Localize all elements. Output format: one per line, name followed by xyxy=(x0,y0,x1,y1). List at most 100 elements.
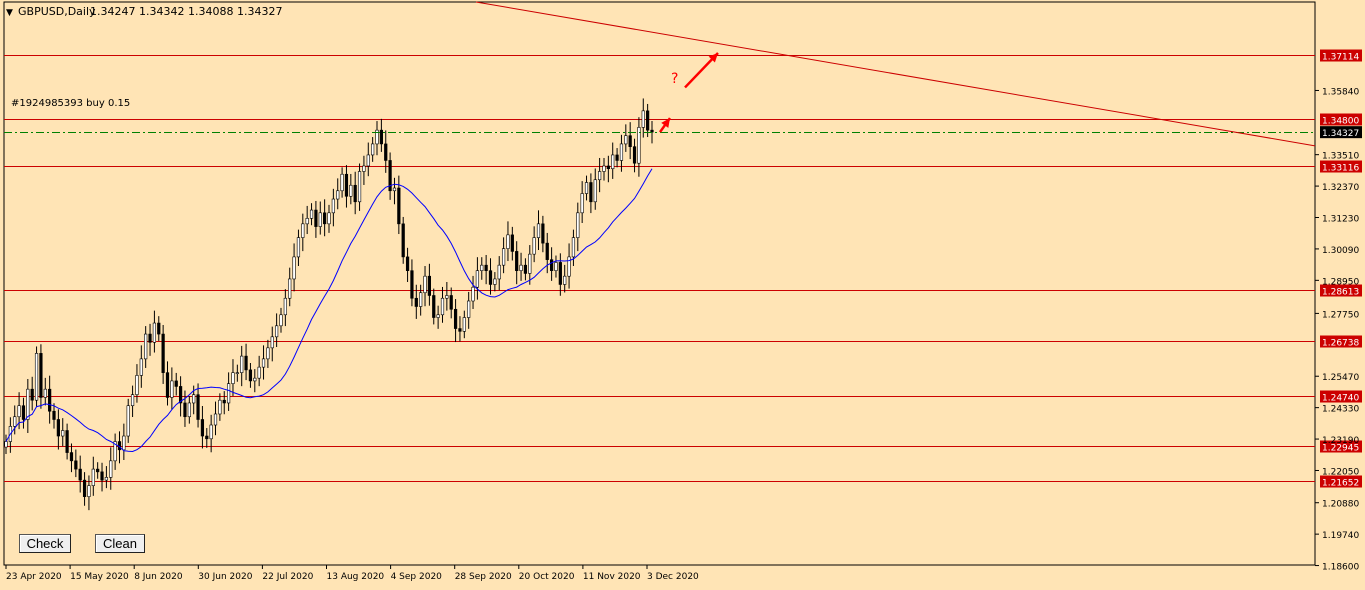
candle-body xyxy=(589,182,593,203)
candle-body xyxy=(135,375,139,395)
time-tick-label: 28 Sep 2020 xyxy=(455,572,512,582)
candle-body xyxy=(244,355,248,371)
candle-body xyxy=(331,198,335,214)
candle-body xyxy=(226,383,231,404)
clean-button[interactable]: Clean xyxy=(95,534,145,553)
candle-body xyxy=(349,184,353,197)
candle-body xyxy=(371,143,375,156)
time-tick-label: 23 Apr 2020 xyxy=(6,572,62,582)
candle-body xyxy=(650,129,654,133)
candle-body xyxy=(646,110,650,131)
candle-body xyxy=(419,292,423,307)
price-tick-label: 1.33510 xyxy=(1322,152,1359,162)
candle-body xyxy=(30,388,34,401)
candle-body xyxy=(484,264,488,271)
candle-body xyxy=(283,297,287,316)
candle-body xyxy=(432,295,436,318)
candle-body xyxy=(82,479,87,497)
candle-body xyxy=(183,402,187,418)
candle-body xyxy=(231,372,235,384)
candle-body xyxy=(174,380,178,387)
candle-body xyxy=(532,237,536,255)
candle-body xyxy=(366,154,370,167)
level-price-label: 1.33116 xyxy=(1322,164,1359,174)
candle-body xyxy=(314,209,318,227)
price-chart[interactable]: 1.37114 1.34800 1.33116 1.28613 1.26738 1.247… xyxy=(0,0,1365,586)
candle-body xyxy=(13,416,17,427)
symbol-dropdown-icon[interactable]: ▼ xyxy=(6,8,13,18)
candle-body xyxy=(471,286,475,302)
candle-body xyxy=(410,270,414,299)
level-price-label: 1.24740 xyxy=(1322,394,1359,404)
chart-window[interactable]: 1.37114 1.34800 1.33116 1.28613 1.26738 1.247… xyxy=(0,0,1365,586)
candle-body xyxy=(475,270,480,288)
candle-body xyxy=(270,336,274,349)
candle-body xyxy=(344,173,349,197)
candle-body xyxy=(423,275,427,294)
candle-body xyxy=(519,264,523,271)
candle-body xyxy=(379,129,383,145)
candle-body xyxy=(235,372,239,374)
time-tick-label: 3 Dec 2020 xyxy=(647,572,699,582)
candle-body xyxy=(453,308,458,329)
candle-body xyxy=(440,297,445,316)
candle-body xyxy=(148,333,152,343)
candle-body xyxy=(240,355,244,373)
candle-body xyxy=(257,366,261,379)
candle-body xyxy=(104,477,109,481)
candle-body xyxy=(427,275,432,296)
candle-body xyxy=(449,295,453,310)
candle-body xyxy=(632,146,637,164)
candle-body xyxy=(65,430,69,453)
candle-body xyxy=(100,471,104,481)
candle-body xyxy=(405,256,410,271)
candle-body xyxy=(558,262,562,285)
candle-body xyxy=(576,212,580,238)
candle-body xyxy=(96,468,100,473)
candle-body xyxy=(571,237,576,258)
candle-body xyxy=(4,441,8,448)
time-tick-label: 13 Aug 2020 xyxy=(327,572,385,582)
candle-body xyxy=(554,262,558,271)
candle-body xyxy=(170,380,174,398)
candle-body xyxy=(584,182,589,194)
candle-body xyxy=(641,110,645,128)
candle-body xyxy=(222,399,226,404)
time-tick-label: 20 Oct 2020 xyxy=(519,572,575,582)
candle-body xyxy=(493,278,497,285)
candle-body xyxy=(488,270,493,285)
price-tick-label: 1.30090 xyxy=(1322,246,1359,256)
candle-body xyxy=(48,388,52,412)
price-tick-label: 1.22050 xyxy=(1322,467,1359,477)
candle-body xyxy=(17,405,21,418)
level-price-label: 1.37114 xyxy=(1322,53,1359,63)
check-button[interactable]: Check xyxy=(19,534,71,553)
candle-body xyxy=(43,388,47,398)
candle-body xyxy=(549,259,554,271)
candle-body xyxy=(52,410,56,420)
candle-body xyxy=(200,419,205,437)
price-tick-label: 1.20880 xyxy=(1322,500,1359,510)
candle-body xyxy=(445,295,449,299)
candle-body xyxy=(192,394,196,404)
price-tick-label: 1.35840 xyxy=(1322,87,1359,97)
candle-body xyxy=(39,353,43,398)
candle-body xyxy=(130,394,135,407)
time-tick-label: 4 Sep 2020 xyxy=(391,572,443,582)
price-tick-label: 1.24330 xyxy=(1322,405,1359,415)
candle-body xyxy=(26,388,30,420)
candle-body xyxy=(340,173,344,192)
candle-body xyxy=(213,413,218,426)
candle-body xyxy=(615,154,619,161)
candle-body xyxy=(248,369,253,382)
time-tick-label: 30 Jun 2020 xyxy=(198,572,252,582)
candle-body xyxy=(21,405,26,420)
candle-body xyxy=(501,248,506,266)
price-tick-label: 1.23190 xyxy=(1322,436,1359,446)
level-price-label: 1.28613 xyxy=(1322,288,1359,298)
candle-body xyxy=(580,193,584,214)
candle-body xyxy=(545,242,549,260)
price-tick-label: 1.27750 xyxy=(1322,310,1359,320)
order-label: #1924985393 buy 0.15 xyxy=(11,98,130,109)
candle-body xyxy=(510,234,514,252)
